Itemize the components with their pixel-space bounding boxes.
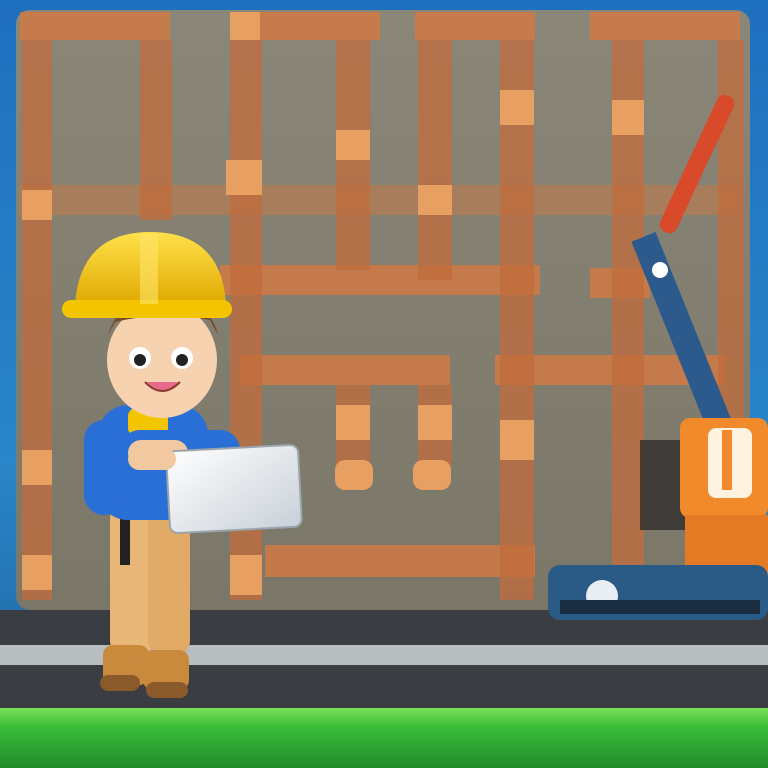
game-scene (0, 0, 768, 768)
scene-canvas (0, 0, 768, 768)
grass-strip (0, 708, 768, 768)
tablet-icon (165, 444, 303, 534)
